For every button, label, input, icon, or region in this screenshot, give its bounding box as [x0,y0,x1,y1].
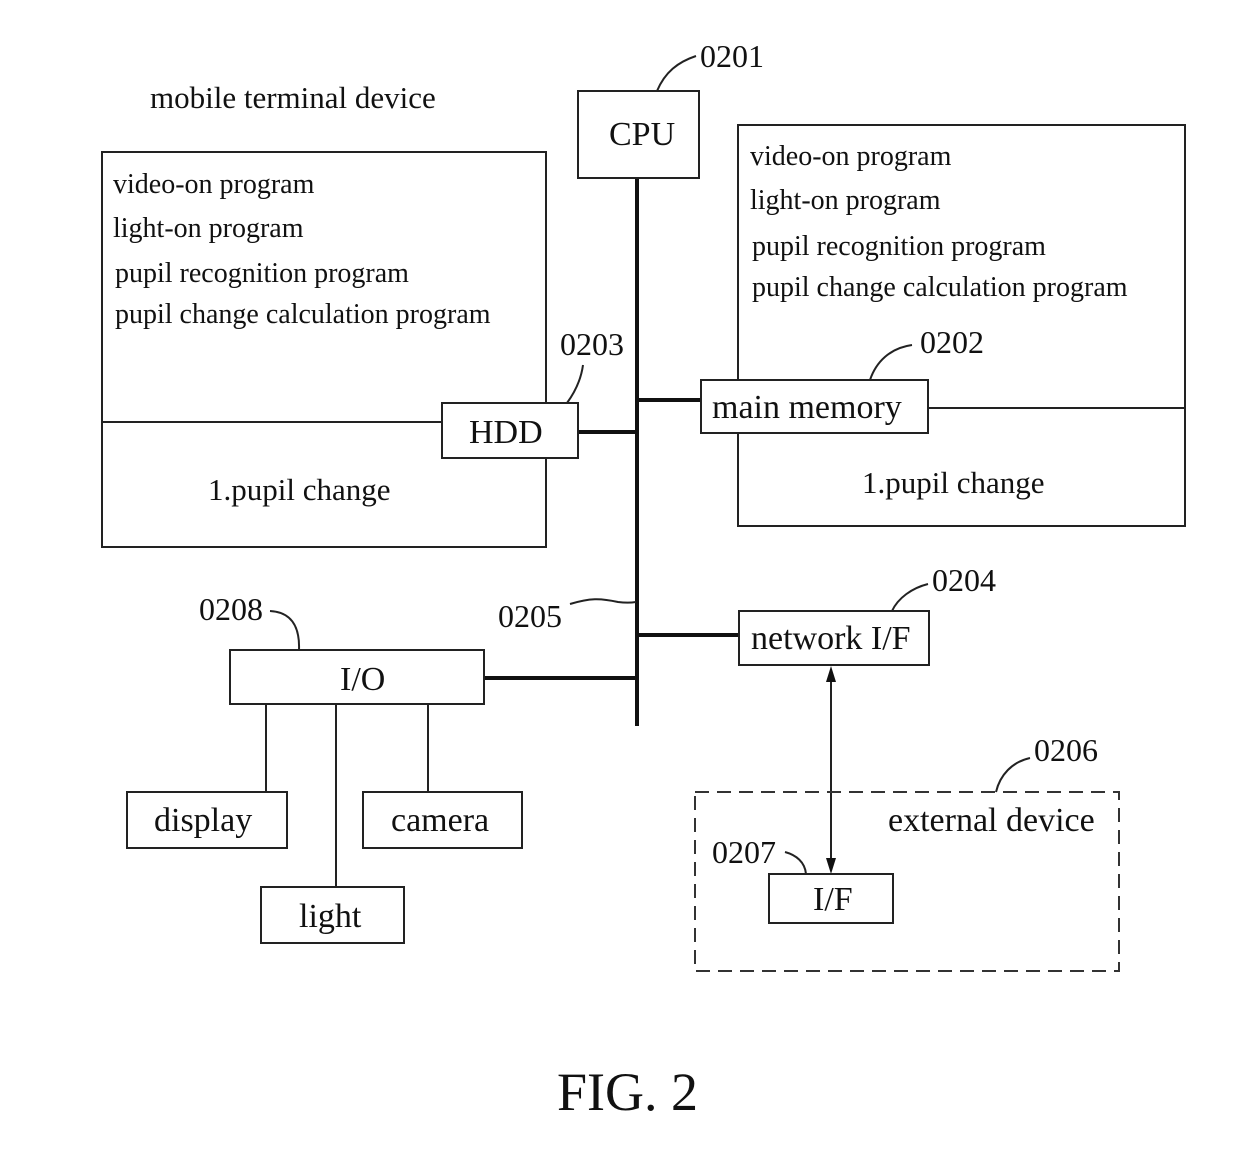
network-if-ref: 0204 [932,562,996,598]
display-label: display [154,802,252,839]
external-if-ref-leader [784,851,807,875]
cpu-label: CPU [609,116,675,153]
memory-program-1: video-on program [750,141,952,172]
bus-ref: 0205 [498,598,562,634]
block-diagram: mobile terminal device video-on program … [101,38,1186,1122]
cpu-ref-leader [656,55,697,92]
hdd-program-3: pupil recognition program [115,258,409,289]
external-device-ref-leader [995,757,1031,793]
hdd-storage-panel: video-on program light-on program pupil … [101,151,547,548]
hdd-ref-leader [566,364,584,404]
camera-block: camera [362,791,523,849]
display-block: display [126,791,288,849]
io-ref: 0208 [199,591,263,627]
network-if-label: network I/F [751,620,911,657]
external-if-block: I/F 0207 [712,834,894,924]
main-memory-ref: 0202 [920,324,984,360]
memory-program-3: pupil recognition program [752,231,1046,262]
network-if-ref-leader [891,583,929,612]
io-label: I/O [340,661,385,698]
external-if-label: I/F [813,881,853,918]
device-title: mobile terminal device [150,80,436,115]
hdd-program-2: light-on program [113,213,304,244]
main-memory-label: main memory [712,389,902,426]
io-ref-leader [269,610,301,651]
hdd-data-item: 1.pupil change [208,472,391,507]
bus-ref-leader [569,598,637,605]
external-device-ref: 0206 [1034,732,1098,768]
external-if-ref: 0207 [712,834,776,870]
hdd-program-1: video-on program [113,169,315,200]
memory-program-2: light-on program [750,185,941,216]
light-block: light [260,886,405,944]
cpu-block: CPU 0201 [577,38,764,179]
figure-caption: FIG. 2 [557,1062,698,1122]
external-link [826,666,836,874]
hdd-ref: 0203 [560,326,624,362]
camera-label: camera [391,802,489,839]
arrow-down-icon [826,858,836,874]
memory-data-item: 1.pupil change [862,465,1045,500]
network-if-block: network I/F 0204 [738,562,996,666]
hdd-label: HDD [469,414,543,451]
hdd-program-4: pupil change calculation program [115,299,491,330]
light-label: light [299,898,362,935]
cpu-ref: 0201 [700,38,764,74]
memory-program-4: pupil change calculation program [752,272,1128,303]
io-block: I/O 0208 [199,591,485,705]
arrow-up-icon [826,666,836,682]
external-device-label: external device [888,802,1095,839]
